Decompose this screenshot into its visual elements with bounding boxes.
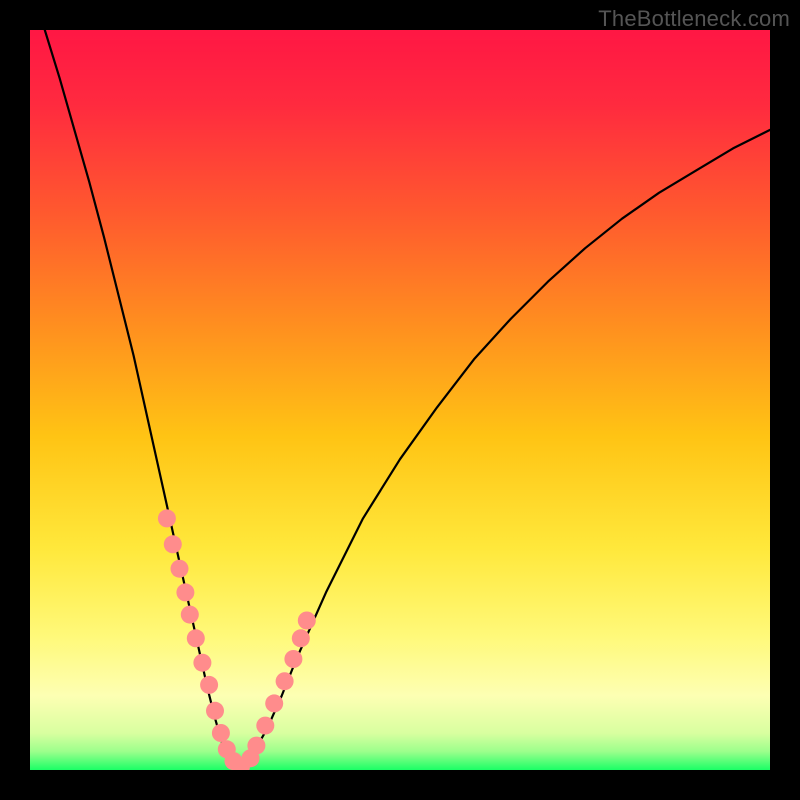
data-marker xyxy=(164,535,182,553)
data-marker xyxy=(247,737,265,755)
data-marker xyxy=(187,629,205,647)
data-marker xyxy=(171,560,189,578)
data-marker xyxy=(158,509,176,527)
attribution-text: TheBottleneck.com xyxy=(598,6,790,32)
data-marker xyxy=(176,583,194,601)
data-marker xyxy=(212,724,230,742)
data-marker xyxy=(193,654,211,672)
data-marker xyxy=(292,629,310,647)
data-marker xyxy=(265,694,283,712)
marker-layer xyxy=(30,30,770,770)
marker-group xyxy=(158,509,316,770)
data-marker xyxy=(298,612,316,630)
data-marker xyxy=(181,606,199,624)
plot-area xyxy=(30,30,770,770)
data-marker xyxy=(276,672,294,690)
data-marker xyxy=(256,717,274,735)
data-marker xyxy=(206,702,224,720)
data-marker xyxy=(284,650,302,668)
chart-frame: TheBottleneck.com xyxy=(0,0,800,800)
data-marker xyxy=(200,676,218,694)
